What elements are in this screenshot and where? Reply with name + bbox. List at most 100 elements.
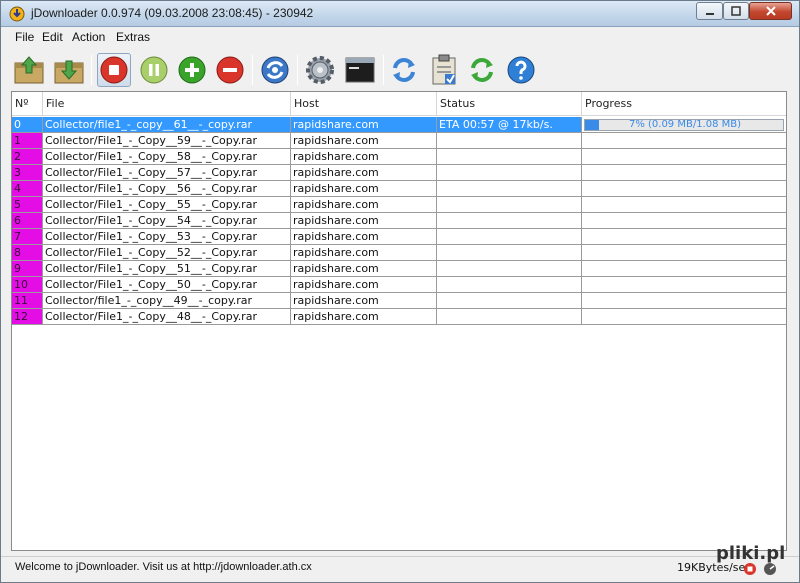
cell-number: 12 xyxy=(12,309,43,325)
table-row[interactable]: 7 Collector/File1_-_Copy__53__-_Copy.rar r… xyxy=(12,229,786,245)
add-link-icon xyxy=(178,56,206,84)
cell-number: 2 xyxy=(12,149,43,165)
progress-bar: 7% (0.09 MB/1.08 MB) xyxy=(584,119,784,131)
table-row[interactable]: 11 Collector/file1_-_copy__49__-_copy.rar… xyxy=(12,293,786,309)
table-row[interactable]: 6 Collector/File1_-_Copy__54__-_Copy.rar r… xyxy=(12,213,786,229)
cell-file: Collector/File1_-_Copy__52__-_Copy.rar xyxy=(43,245,291,261)
update-button[interactable] xyxy=(387,53,421,87)
title-bar[interactable]: jDownloader 0.0.974 (09.03.2008 23:08:45… xyxy=(1,1,799,27)
cell-status xyxy=(437,197,582,213)
stop-icon xyxy=(100,56,128,84)
cell-number: 0 xyxy=(12,117,43,133)
column-header-file[interactable]: File xyxy=(43,92,291,116)
cell-host: rapidshare.com xyxy=(291,229,437,245)
app-logo-icon xyxy=(9,6,25,22)
settings-button[interactable] xyxy=(303,53,337,87)
cell-progress xyxy=(582,213,786,229)
log-console-button[interactable] xyxy=(343,53,377,87)
window-title: jDownloader 0.0.974 (09.03.2008 23:08:45… xyxy=(31,6,314,20)
cell-progress xyxy=(582,245,786,261)
close-button[interactable] xyxy=(749,2,792,20)
cell-file: Collector/File1_-_Copy__55__-_Copy.rar xyxy=(43,197,291,213)
stop-button[interactable] xyxy=(97,53,131,87)
refresh-button[interactable] xyxy=(465,53,499,87)
add-link-button[interactable] xyxy=(175,53,209,87)
cell-status xyxy=(437,261,582,277)
clipboard-icon xyxy=(432,54,456,85)
table-row[interactable]: 9 Collector/File1_-_Copy__51__-_Copy.rar r… xyxy=(12,261,786,277)
cell-number: 7 xyxy=(12,229,43,245)
column-header-status[interactable]: Status xyxy=(437,92,582,116)
cell-host: rapidshare.com xyxy=(291,197,437,213)
cell-file: Collector/File1_-_Copy__56__-_Copy.rar xyxy=(43,181,291,197)
cell-file: Collector/file1_-_copy__61__-_copy.rar xyxy=(43,117,291,133)
cell-host: rapidshare.com xyxy=(291,213,437,229)
cell-progress xyxy=(582,181,786,197)
table-row[interactable]: 8 Collector/File1_-_Copy__52__-_Copy.rar r… xyxy=(12,245,786,261)
cell-progress xyxy=(582,309,786,325)
cell-number: 8 xyxy=(12,245,43,261)
maximize-icon xyxy=(731,6,741,16)
close-icon xyxy=(765,6,776,16)
cell-progress xyxy=(582,197,786,213)
column-header-progress[interactable]: Progress xyxy=(582,92,786,116)
remove-link-button[interactable] xyxy=(213,53,247,87)
cell-number: 9 xyxy=(12,261,43,277)
cell-status xyxy=(437,309,582,325)
settings-icon xyxy=(306,56,334,84)
cell-host: rapidshare.com xyxy=(291,133,437,149)
cell-host: rapidshare.com xyxy=(291,165,437,181)
table-row[interactable]: 0 Collector/file1_-_copy__61__-_copy.rar r… xyxy=(12,117,786,133)
table-header: Nº File Host Status Progress xyxy=(12,92,786,116)
cell-progress xyxy=(582,277,786,293)
table-row[interactable]: 3 Collector/File1_-_Copy__57__-_Copy.rar r… xyxy=(12,165,786,181)
cell-file: Collector/File1_-_Copy__51__-_Copy.rar xyxy=(43,261,291,277)
pause-button[interactable] xyxy=(137,53,171,87)
help-icon xyxy=(507,56,535,84)
table-row[interactable]: 12 Collector/File1_-_Copy__48__-_Copy.rar… xyxy=(12,309,786,325)
cell-status xyxy=(437,149,582,165)
cell-progress xyxy=(582,149,786,165)
pause-icon xyxy=(140,56,168,84)
cell-number: 11 xyxy=(12,293,43,309)
refresh-icon xyxy=(471,58,493,82)
table-row[interactable]: 5 Collector/File1_-_Copy__55__-_Copy.rar r… xyxy=(12,197,786,213)
menu-extras[interactable]: Extras xyxy=(116,30,150,44)
cell-progress xyxy=(582,261,786,277)
maximize-button[interactable] xyxy=(723,2,749,20)
reconnect-icon xyxy=(261,56,289,84)
column-header-number[interactable]: Nº xyxy=(12,92,43,116)
table-row[interactable]: 1 Collector/File1_-_Copy__59__-_Copy.rar r… xyxy=(12,133,786,149)
cell-host: rapidshare.com xyxy=(291,261,437,277)
menu-edit[interactable]: Edit xyxy=(42,30,63,44)
menu-action[interactable]: Action xyxy=(72,30,105,44)
reconnect-button[interactable] xyxy=(258,53,292,87)
menu-bar: File Edit Action Extras xyxy=(1,28,799,47)
cell-host: rapidshare.com xyxy=(291,117,437,133)
cell-number: 6 xyxy=(12,213,43,229)
column-header-host[interactable]: Host xyxy=(291,92,437,116)
cell-file: Collector/file1_-_copy__49__-_copy.rar xyxy=(43,293,291,309)
table-row[interactable]: 2 Collector/File1_-_Copy__58__-_Copy.rar r… xyxy=(12,149,786,165)
cell-status xyxy=(437,245,582,261)
watermark-logo: pliki.pl xyxy=(716,543,785,564)
minimize-icon xyxy=(705,13,714,15)
cell-status xyxy=(437,213,582,229)
cell-file: Collector/File1_-_Copy__57__-_Copy.rar xyxy=(43,165,291,181)
table-row[interactable]: 4 Collector/File1_-_Copy__56__-_Copy.rar r… xyxy=(12,181,786,197)
app-window: jDownloader 0.0.974 (09.03.2008 23:08:45… xyxy=(0,0,800,583)
minimize-button[interactable] xyxy=(696,2,723,20)
clipboard-button[interactable] xyxy=(427,53,461,87)
cell-host: rapidshare.com xyxy=(291,181,437,197)
menu-file[interactable]: File xyxy=(15,30,34,44)
cell-progress: 7% (0.09 MB/1.08 MB) xyxy=(582,117,786,133)
watermark-text: pliki.pl xyxy=(716,543,786,564)
load-container-button[interactable] xyxy=(52,53,86,87)
help-button[interactable] xyxy=(504,53,538,87)
cell-host: rapidshare.com xyxy=(291,149,437,165)
cell-number: 10 xyxy=(12,277,43,293)
add-package-button[interactable] xyxy=(12,53,46,87)
cell-status xyxy=(437,165,582,181)
download-table: Nº File Host Status Progress 0 Collector/… xyxy=(11,91,787,551)
table-row[interactable]: 10 Collector/File1_-_Copy__50__-_Copy.rar… xyxy=(12,277,786,293)
